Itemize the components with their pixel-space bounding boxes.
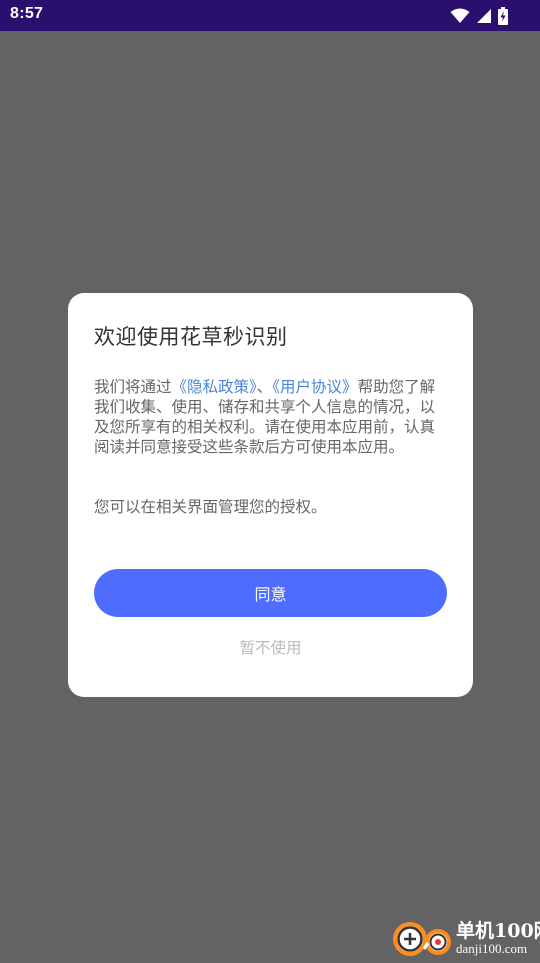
authorization-note: 您可以在相关界面管理您的授权。 (94, 498, 327, 516)
body-separator: 、 (256, 378, 273, 396)
dialog-title: 欢迎使用花草秒识别 (94, 325, 288, 349)
status-time: 8:57 (10, 5, 44, 22)
dialog-body: 我们将通过《隐私政策》、《用户协议》帮助您了解我们收集、使用、储存和共享个人信息… (94, 377, 439, 457)
agree-button[interactable]: 同意 (94, 569, 447, 617)
body-text-before: 我们将通过 (94, 378, 172, 396)
status-bar: 8:57 (0, 0, 540, 31)
battery-charging-icon (498, 7, 508, 25)
wifi-icon (450, 8, 470, 24)
user-agreement-link[interactable]: 《用户协议》 (272, 378, 357, 396)
watermark-name: 单机100网 (456, 920, 540, 942)
cell-signal-icon (476, 8, 492, 24)
privacy-policy-link[interactable]: 《隐私政策》 (172, 378, 257, 396)
privacy-consent-dialog: 欢迎使用花草秒识别 我们将通过《隐私政策》、《用户协议》帮助您了解我们收集、使用… (68, 293, 473, 697)
watermark-logo-icon (388, 915, 458, 959)
status-icons (450, 6, 508, 26)
watermark: 单机100网 danji100.com (388, 913, 540, 960)
watermark-url: danji100.com (456, 941, 528, 956)
decline-button[interactable]: 暂不使用 (94, 635, 447, 659)
